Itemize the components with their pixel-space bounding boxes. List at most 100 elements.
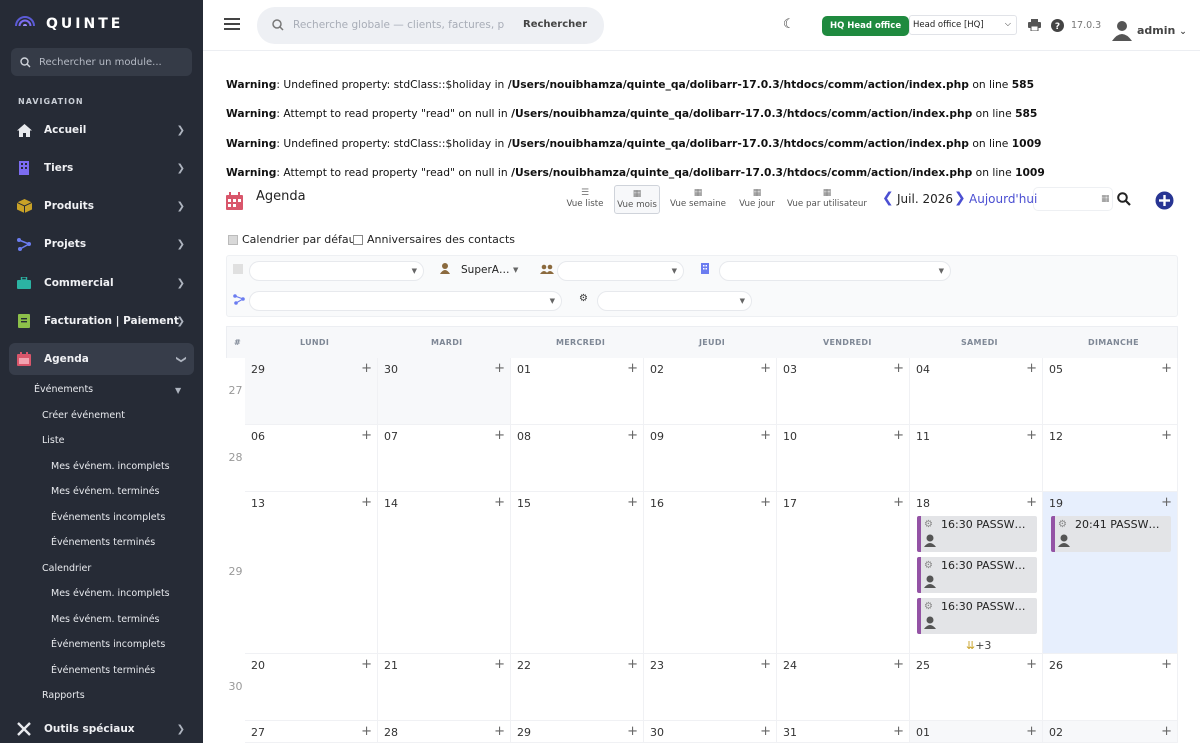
calendar-day-cell[interactable]: 01 + <box>511 358 644 425</box>
calendar-day-cell[interactable]: 27 + <box>245 721 378 743</box>
add-event-icon[interactable]: + <box>627 428 638 443</box>
calendar-day-cell[interactable]: 11 + <box>910 425 1043 492</box>
day-number[interactable]: 20 <box>251 659 265 672</box>
add-event-icon[interactable]: + <box>893 361 904 376</box>
print-icon[interactable] <box>1028 19 1041 31</box>
sidebar-sub-creer-evenement[interactable]: Créer événement <box>42 410 125 421</box>
calendar-day-cell[interactable]: 25 + <box>910 654 1043 721</box>
company-select[interactable]: Head office [HQ] ⌵ <box>909 15 1017 35</box>
calendar-day-cell[interactable]: 15 + <box>511 492 644 654</box>
group-filter-select[interactable]: ▼ <box>557 261 684 281</box>
day-number[interactable]: 05 <box>1049 363 1063 376</box>
add-event-icon[interactable]: + <box>1161 724 1172 739</box>
day-number[interactable]: 21 <box>384 659 398 672</box>
add-event-icon[interactable]: + <box>760 657 771 672</box>
calendar-day-cell[interactable]: 20 + <box>245 654 378 721</box>
add-event-icon[interactable]: + <box>627 495 638 510</box>
add-event-icon[interactable]: + <box>1161 361 1172 376</box>
day-number[interactable]: 23 <box>650 659 664 672</box>
calendar-day-cell[interactable]: 22 + <box>511 654 644 721</box>
day-number[interactable]: 16 <box>650 497 664 510</box>
avatar[interactable] <box>1111 19 1133 41</box>
day-number[interactable]: 19 <box>1049 497 1063 510</box>
add-event-icon[interactable]: + <box>893 428 904 443</box>
search-icon[interactable] <box>1117 192 1131 206</box>
sidebar-item-commercial[interactable]: Commercial ❯ <box>0 267 203 299</box>
add-event-icon[interactable]: + <box>361 657 372 672</box>
view-day-button[interactable]: ▦ Vue jour <box>737 185 777 214</box>
add-event-icon[interactable]: + <box>627 657 638 672</box>
sidebar-sub-liste-item[interactable]: Mes événem. incomplets <box>51 461 170 472</box>
add-event-icon[interactable]: + <box>627 361 638 376</box>
calendar-day-cell[interactable]: 02 + <box>644 358 777 425</box>
next-month-icon[interactable]: ❯ <box>954 190 966 206</box>
add-event-icon[interactable]: + <box>1026 428 1037 443</box>
logo[interactable]: QUINTE <box>14 12 123 36</box>
checkbox[interactable] <box>228 234 238 245</box>
day-number[interactable]: 11 <box>916 430 930 443</box>
dark-mode-icon[interactable]: ☾ <box>783 17 795 32</box>
day-number[interactable]: 30 <box>384 363 398 376</box>
day-number[interactable]: 07 <box>384 430 398 443</box>
sidebar-sub-calendrier-item[interactable]: Mes événem. terminés <box>51 614 160 625</box>
calendar-day-cell[interactable]: 05 + <box>1043 358 1178 425</box>
calendar-day-cell[interactable]: 08 + <box>511 425 644 492</box>
add-event-button[interactable] <box>1151 184 1178 216</box>
view-list-button[interactable]: ☰ Vue liste <box>563 185 607 214</box>
day-number[interactable]: 02 <box>1049 726 1063 739</box>
global-search-input[interactable]: Recherche globale — clients, factures, p… <box>293 19 505 31</box>
calendar-day-cell[interactable]: 04 + <box>910 358 1043 425</box>
day-number[interactable]: 13 <box>251 497 265 510</box>
date-input[interactable]: ▦ <box>1033 187 1113 211</box>
day-number[interactable]: 09 <box>650 430 664 443</box>
sidebar-sub-evenements[interactable]: Événements <box>34 384 93 395</box>
module-search-input[interactable]: Rechercher un module... <box>11 48 192 76</box>
sidebar-sub-calendrier[interactable]: Calendrier <box>42 563 91 574</box>
add-event-icon[interactable]: + <box>494 495 505 510</box>
add-event-icon[interactable]: + <box>893 724 904 739</box>
day-number[interactable]: 02 <box>650 363 664 376</box>
sidebar-sub-liste-item[interactable]: Événements terminés <box>51 537 155 548</box>
day-number[interactable]: 01 <box>517 363 531 376</box>
add-event-icon[interactable]: + <box>494 657 505 672</box>
view-month-button[interactable]: ▦ Vue mois <box>614 185 660 214</box>
calendar-day-cell[interactable]: 07 + <box>378 425 511 492</box>
sidebar-item-accueil[interactable]: Accueil ❯ <box>0 114 203 146</box>
add-event-icon[interactable]: + <box>1161 657 1172 672</box>
user-menu[interactable]: admin ⌄ <box>1137 24 1187 37</box>
add-event-icon[interactable]: + <box>893 495 904 510</box>
calendar-day-cell[interactable]: 23 + <box>644 654 777 721</box>
sidebar-sub-rapports[interactable]: Rapports <box>42 690 85 701</box>
sidebar-item-outils[interactable]: Outils spéciaux ❯ <box>0 713 203 743</box>
add-event-icon[interactable]: + <box>494 724 505 739</box>
status-filter-select[interactable]: ▼ <box>597 291 752 311</box>
day-number[interactable]: 06 <box>251 430 265 443</box>
calendar-day-cell[interactable]: 30 + <box>644 721 777 743</box>
day-number[interactable]: 29 <box>251 363 265 376</box>
day-number[interactable]: 24 <box>783 659 797 672</box>
calendar-day-cell[interactable]: 29 + <box>511 721 644 743</box>
calendar-day-cell[interactable]: 26 + <box>1043 654 1178 721</box>
sidebar-item-produits[interactable]: Produits ❯ <box>0 190 203 222</box>
day-number[interactable]: 30 <box>650 726 664 739</box>
sidebar-sub-calendrier-item[interactable]: Événements terminés <box>51 665 155 676</box>
day-number[interactable]: 17 <box>783 497 797 510</box>
calendar-day-cell[interactable]: 10 + <box>777 425 910 492</box>
sidebar-item-tiers[interactable]: Tiers ❯ <box>0 152 203 184</box>
day-number[interactable]: 08 <box>517 430 531 443</box>
day-number[interactable]: 22 <box>517 659 531 672</box>
sidebar-sub-liste[interactable]: Liste <box>42 435 64 446</box>
add-event-icon[interactable]: + <box>361 428 372 443</box>
calendar-day-cell[interactable]: 17 + <box>777 492 910 654</box>
day-number[interactable]: 14 <box>384 497 398 510</box>
sidebar-sub-liste-item[interactable]: Mes événem. terminés <box>51 486 160 497</box>
type-filter-select[interactable]: ▼ <box>249 261 424 281</box>
day-number[interactable]: 18 <box>916 497 930 510</box>
calendar-day-cell[interactable]: 30 + <box>378 358 511 425</box>
day-number[interactable]: 31 <box>783 726 797 739</box>
view-user-button[interactable]: ▦ Vue par utilisateur <box>785 185 869 214</box>
view-week-button[interactable]: ▦ Vue semaine <box>668 185 728 214</box>
help-icon[interactable]: ? <box>1051 19 1064 32</box>
calendar-day-cell[interactable]: 02 + <box>1043 721 1178 743</box>
today-button[interactable]: Aujourd'hui <box>969 192 1037 206</box>
